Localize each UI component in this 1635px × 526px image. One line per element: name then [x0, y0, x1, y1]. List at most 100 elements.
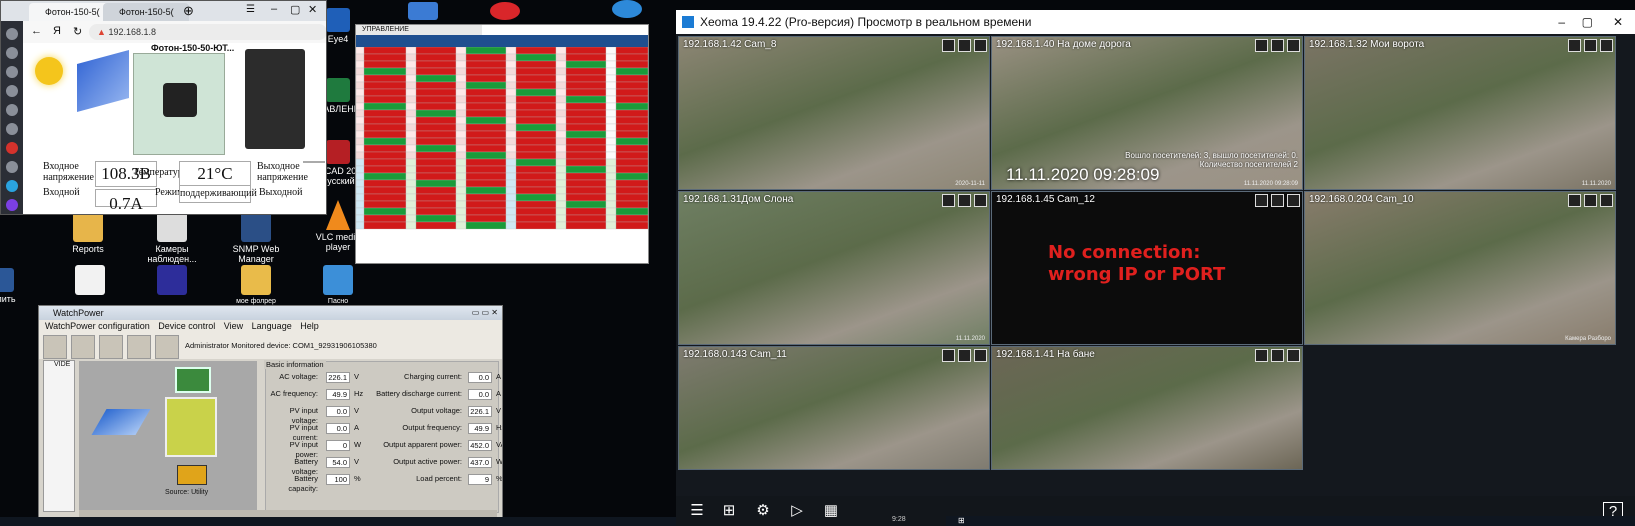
sidebar-icon[interactable] [6, 66, 18, 78]
sheet-cell[interactable] [363, 193, 407, 202]
sheet-cell[interactable] [605, 172, 617, 181]
sheet-cell[interactable] [415, 130, 457, 139]
sheet-cell[interactable] [363, 186, 407, 195]
sheet-cell[interactable] [356, 109, 365, 118]
sheet-cell[interactable] [555, 186, 567, 195]
sheet-cell[interactable] [465, 116, 507, 125]
sheet-cell[interactable] [363, 102, 407, 111]
sheet-cell[interactable] [515, 81, 557, 90]
sheet-cell[interactable] [565, 172, 607, 181]
sheet-cell[interactable] [356, 158, 365, 167]
sheet-cell[interactable] [605, 123, 617, 132]
sheet-cell[interactable] [363, 74, 407, 83]
sheet-cell[interactable] [405, 116, 417, 125]
sheet-cell[interactable] [565, 186, 607, 195]
sheet-cell[interactable] [356, 67, 365, 76]
sheet-cell[interactable] [605, 214, 617, 223]
sheet-cell[interactable] [565, 47, 607, 55]
sheet-cell[interactable] [605, 221, 617, 230]
sheet-cell[interactable] [405, 95, 417, 104]
horizontal-scrollbar[interactable] [79, 510, 497, 517]
sheet-cell[interactable] [415, 74, 457, 83]
sheet-cell[interactable] [405, 165, 417, 174]
play-icon[interactable] [958, 349, 971, 362]
sheet-cell[interactable] [615, 67, 648, 76]
sheet-cell[interactable] [356, 207, 365, 216]
sheet-cell[interactable] [505, 116, 517, 125]
device-icon[interactable] [99, 335, 123, 359]
close-icon[interactable] [490, 2, 520, 20]
sheet-cell[interactable] [455, 67, 467, 76]
browser-tab[interactable]: Фотон-150-5( [103, 3, 189, 21]
camera-tile[interactable]: 192.168.1.41 На бане [991, 346, 1303, 470]
sheet-cell[interactable] [515, 109, 557, 118]
sheet-cell[interactable] [465, 193, 507, 202]
menu-item-configuration[interactable]: WatchPower configuration [45, 321, 150, 331]
sheet-cell[interactable] [565, 116, 607, 125]
camera-tile[interactable]: 192.168.1.32 Мои ворота 11.11.2020 [1304, 36, 1616, 190]
sheet-cell[interactable] [555, 67, 567, 76]
sheet-cell[interactable] [455, 88, 467, 97]
sheet-cell[interactable] [415, 172, 457, 181]
sheet-cell[interactable] [565, 165, 607, 174]
sheet-cell[interactable] [565, 137, 607, 146]
sheet-cell[interactable] [605, 165, 617, 174]
sheet-cell[interactable] [415, 214, 457, 223]
sheet-cell[interactable] [565, 214, 607, 223]
mail-icon[interactable] [6, 142, 18, 154]
fullscreen-icon[interactable] [942, 194, 955, 207]
sheet-cell[interactable] [505, 88, 517, 97]
sheet-cell[interactable] [605, 179, 617, 188]
sheet-cell[interactable] [363, 88, 407, 97]
sidebar-icon[interactable] [6, 28, 18, 40]
sheet-cell[interactable] [615, 102, 648, 111]
fullscreen-icon[interactable] [1568, 39, 1581, 52]
sheet-cell[interactable] [565, 109, 607, 118]
sheet-cell[interactable] [455, 214, 467, 223]
sheet-cell[interactable] [363, 151, 407, 160]
sheet-cell[interactable] [605, 60, 617, 69]
sheet-cell[interactable] [405, 102, 417, 111]
play-icon[interactable] [1584, 194, 1597, 207]
sheet-cell[interactable] [505, 137, 517, 146]
camera-tile[interactable]: 192.168.0.204 Cam_10 Камера Разборо [1304, 191, 1616, 345]
play-icon[interactable]: ▷ [786, 502, 808, 520]
sheet-cell[interactable] [465, 109, 507, 118]
sheet-cell[interactable] [405, 74, 417, 83]
add-icon[interactable]: ⊞ [718, 502, 740, 520]
sheet-cell[interactable] [565, 200, 607, 209]
menu-item-language[interactable]: Language [252, 321, 292, 331]
sheet-cell[interactable] [515, 137, 557, 146]
sheet-cell[interactable] [565, 207, 607, 216]
sheet-cell[interactable] [363, 109, 407, 118]
sheet-cell[interactable] [356, 116, 365, 125]
sheet-cell[interactable] [455, 95, 467, 104]
sheet-cell[interactable] [505, 193, 517, 202]
sheet-cell[interactable] [565, 158, 607, 167]
sheet-cell[interactable] [415, 95, 457, 104]
desktop-icon-reports[interactable]: Reports [58, 212, 118, 254]
sheet-cell[interactable] [555, 221, 567, 230]
sheet-cell[interactable] [505, 221, 517, 230]
sheet-cell[interactable] [565, 60, 607, 69]
camera-settings-icon[interactable] [974, 194, 987, 207]
sheet-cell[interactable] [615, 74, 648, 83]
sheet-cell[interactable] [615, 158, 648, 167]
sheet-cell[interactable] [405, 221, 417, 230]
add-icon[interactable] [6, 161, 18, 173]
sheet-cell[interactable] [615, 165, 648, 174]
sheet-cell[interactable] [605, 186, 617, 195]
play-icon[interactable] [1271, 39, 1284, 52]
sheet-cell[interactable] [405, 172, 417, 181]
sheet-cell[interactable] [605, 137, 617, 146]
sheet-cell[interactable] [363, 47, 407, 55]
sheet-cell[interactable] [405, 186, 417, 195]
sheet-cell[interactable] [356, 130, 365, 139]
sheet-cell[interactable] [465, 200, 507, 209]
sheet-cell[interactable] [465, 88, 507, 97]
sheet-cell[interactable] [415, 67, 457, 76]
sheet-cell[interactable] [455, 130, 467, 139]
sheet-cell[interactable] [363, 123, 407, 132]
sheet-cell[interactable] [565, 102, 607, 111]
sheet-cell[interactable] [515, 144, 557, 153]
